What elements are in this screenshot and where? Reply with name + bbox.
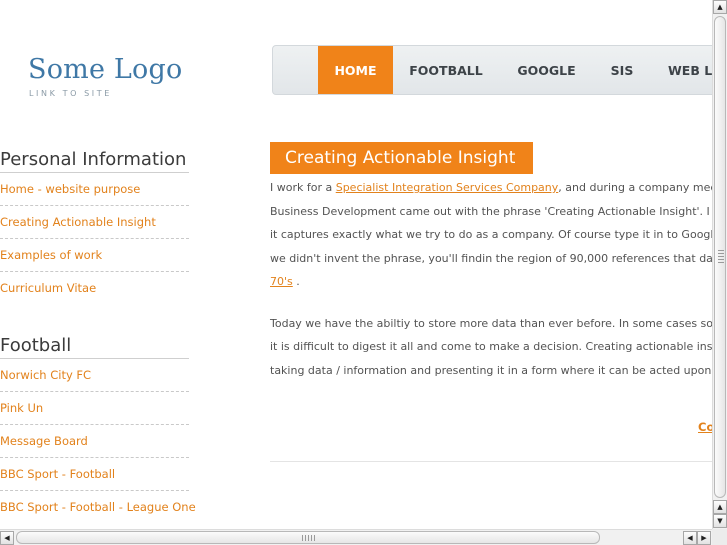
football-links-list: Norwich City FC Pink Un Message Board BB… — [0, 359, 196, 523]
sidebar-link-home[interactable]: Home - website purpose — [0, 173, 189, 206]
post-line: it captures exactly what we try to do as… — [270, 228, 712, 241]
page-viewport: Some Logo LINK TO SITE HOME FOOTBALL GOO… — [0, 0, 712, 529]
personal-information-section: Personal Information Home - website purp… — [0, 147, 189, 304]
arrow-up-icon[interactable]: ▲ — [713, 0, 727, 14]
seventies-link[interactable]: 70's — [270, 275, 293, 288]
section-heading: Personal Information — [0, 147, 189, 173]
post-title[interactable]: Creating Actionable Insight — [270, 142, 533, 174]
arrow-left-icon[interactable]: ◀ — [0, 531, 14, 545]
sidebar-link-bbc-sport-league-one[interactable]: BBC Sport - Football - League One — [0, 491, 196, 523]
arrow-up-icon[interactable]: ▲ — [713, 500, 727, 514]
post-body: I work for a Specialist Integration Serv… — [270, 176, 712, 382]
post-line: 70's . — [270, 270, 712, 294]
post-line: Business Development came out with the p… — [270, 204, 712, 218]
grip-icon — [718, 250, 724, 264]
nav-home[interactable]: HOME — [318, 46, 393, 94]
post-text: , and during a company meeting — [558, 181, 712, 194]
section-heading: Football — [0, 333, 189, 359]
post-text: . — [292, 275, 300, 288]
post-text: I work for a — [270, 181, 336, 194]
scrollbar-corner — [712, 529, 727, 545]
sidebar-link-curriculum-vitae[interactable]: Curriculum Vitae — [0, 272, 189, 304]
vertical-scrollbar[interactable]: ▲ ▲ ▼ — [712, 0, 727, 529]
sidebar-link-examples-of-work[interactable]: Examples of work — [0, 239, 189, 272]
post-line: it is difficult to digest it all and com… — [270, 340, 712, 353]
post-line: we didn't invent the phrase, you'll find… — [270, 251, 712, 265]
sidebar-link-bbc-sport-football[interactable]: BBC Sport - Football — [0, 458, 189, 491]
sidebar-link-message-board[interactable]: Message Board — [0, 425, 189, 458]
sidebar: Personal Information Home - website purp… — [0, 147, 196, 529]
nav-web-logs[interactable]: WEB LO — [650, 46, 712, 94]
vertical-scroll-thumb[interactable] — [714, 16, 726, 498]
logo-link-to-site[interactable]: LINK TO SITE — [29, 89, 182, 98]
nav-google[interactable]: GOOGLE — [499, 46, 594, 94]
football-section: Football Norwich City FC Pink Un Message… — [0, 333, 196, 523]
arrow-down-icon[interactable]: ▼ — [713, 514, 727, 528]
horizontal-scroll-thumb[interactable] — [16, 531, 600, 544]
arrow-right-icon[interactable]: ▶ — [697, 531, 711, 545]
main-navigation: HOME FOOTBALL GOOGLE SIS WEB LO — [272, 45, 712, 95]
sidebar-link-norwich-city[interactable]: Norwich City FC — [0, 359, 189, 392]
nav-football[interactable]: FOOTBALL — [393, 46, 499, 94]
grip-icon — [302, 535, 316, 541]
sidebar-link-pink-un[interactable]: Pink Un — [0, 392, 189, 425]
post-line: Today we have the abiltiy to store more … — [270, 316, 712, 330]
horizontal-scrollbar[interactable]: ◀ ◀ ▶ — [0, 529, 712, 545]
sidebar-link-creating-actionable-insight[interactable]: Creating Actionable Insight — [0, 206, 189, 239]
nav-sis[interactable]: SIS — [594, 46, 650, 94]
company-link[interactable]: Specialist Integration Services Company — [336, 181, 559, 194]
post-line: I work for a Specialist Integration Serv… — [270, 176, 712, 200]
arrow-left-icon[interactable]: ◀ — [683, 531, 697, 545]
personal-links-list: Home - website purpose Creating Actionab… — [0, 173, 189, 304]
post-divider — [270, 461, 712, 462]
post-line: taking data / information and presenting… — [270, 363, 712, 377]
comments-link[interactable]: Co — [698, 420, 712, 434]
site-logo[interactable]: Some Logo LINK TO SITE — [28, 53, 182, 98]
logo-title[interactable]: Some Logo — [28, 53, 182, 87]
